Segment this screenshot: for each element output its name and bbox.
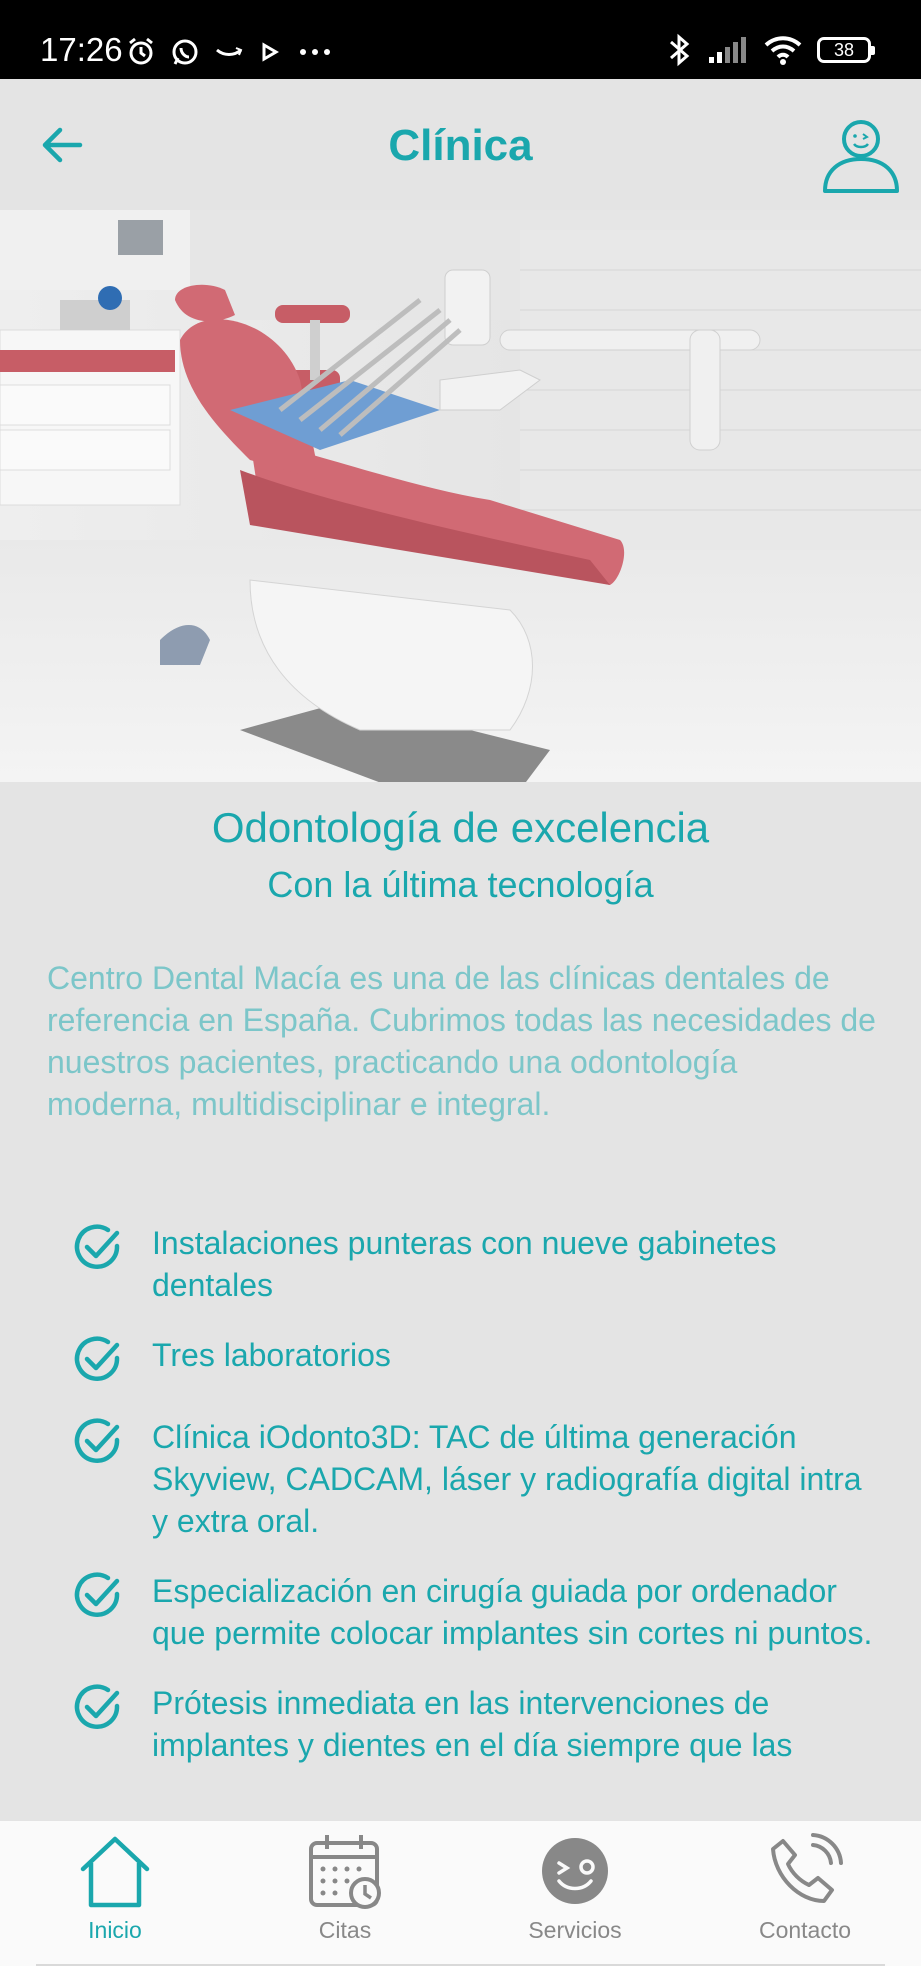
play-icon [262, 42, 279, 62]
user-icon[interactable] [821, 115, 901, 195]
dental-chair-photo [0, 210, 921, 782]
nav-label-citas: Citas [318, 1917, 372, 1943]
alarm-icon [129, 37, 153, 65]
check-circle-icon [74, 1572, 120, 1617]
nav-item-servicios[interactable]: Servicios [475, 1831, 675, 1944]
wifi-icon [764, 36, 802, 65]
bottom-navigation: Inicio Citas Servicios Contacto [0, 1820, 921, 1966]
subheadline: Con la última tecnología [267, 864, 654, 905]
check-circle-icon [74, 1336, 120, 1381]
feature-item: Instalaciones punteras con nueve gabinet… [70, 1222, 880, 1306]
nav-item-inicio[interactable]: Inicio [15, 1831, 215, 1944]
page-title: Clínica [388, 121, 533, 170]
feature-text: Prótesis inmediata en las intervenciones… [152, 1685, 793, 1763]
app-bar: Clínica [0, 79, 921, 210]
home-icon [80, 1836, 150, 1908]
calendar-icon [309, 1835, 381, 1909]
intro-paragraph: Centro Dental Macía es una de las clínic… [47, 960, 876, 1122]
feature-text: Tres laboratorios [152, 1337, 391, 1373]
feature-text: Clínica iOdonto3D: TAC de última generac… [152, 1419, 862, 1539]
more-dots-icon [300, 49, 330, 55]
check-circle-icon [74, 1418, 120, 1463]
nav-label-contacto: Contacto [758, 1917, 852, 1943]
nav-label-inicio: Inicio [88, 1917, 142, 1943]
status-bar: 17:26 38 [0, 0, 921, 79]
battery-level: 38 [833, 39, 855, 60]
battery-icon: 38 [817, 37, 875, 63]
smiley-icon [542, 1838, 608, 1904]
nav-item-contacto[interactable]: Contacto [705, 1831, 905, 1944]
feature-list: Instalaciones punteras con nueve gabinet… [70, 1222, 880, 1794]
whatsapp-icon [172, 39, 198, 65]
status-left-icons [126, 32, 332, 72]
amazon-icon [216, 47, 243, 56]
feature-item: Tres laboratorios [70, 1334, 880, 1388]
nav-item-citas[interactable]: Citas [245, 1831, 445, 1944]
phone-icon [771, 1833, 843, 1903]
feature-item: Clínica iOdonto3D: TAC de última generac… [70, 1416, 880, 1542]
signal-icon [709, 37, 746, 63]
nav-label-servicios: Servicios [528, 1917, 622, 1943]
check-circle-icon [74, 1684, 120, 1729]
feature-item: Prótesis inmediata en las intervenciones… [70, 1682, 880, 1766]
headline: Odontología de excelencia [211, 804, 710, 851]
feature-item: Especialización en cirugía guiada por or… [70, 1570, 880, 1654]
status-time: 17:26 [40, 31, 123, 68]
feature-text: Especialización en cirugía guiada por or… [152, 1573, 873, 1651]
clinic-photo [0, 210, 921, 782]
bluetooth-icon [670, 33, 690, 67]
status-right-icons: 38 [665, 30, 875, 70]
feature-text: Instalaciones punteras con nueve gabinet… [152, 1225, 777, 1303]
main-content: Odontología de excelencia Con la última … [0, 782, 921, 1820]
check-circle-icon [74, 1224, 120, 1269]
